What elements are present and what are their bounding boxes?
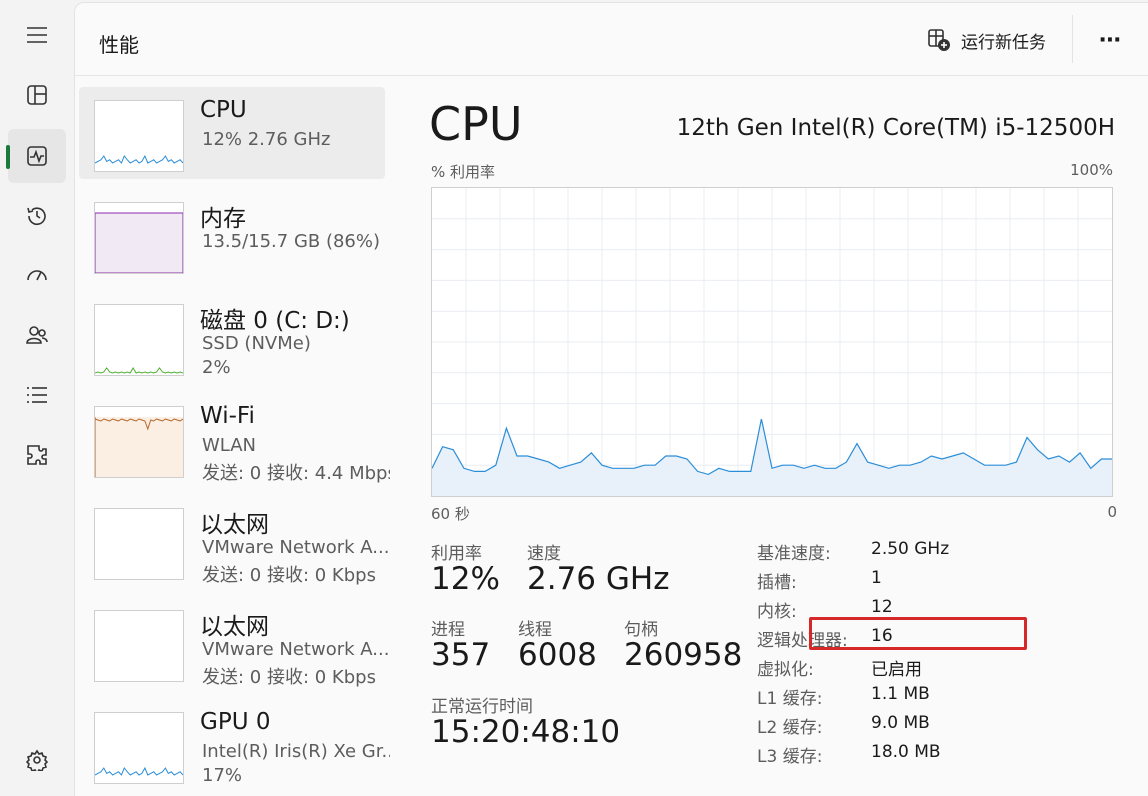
resource-name: 内存: [200, 206, 246, 232]
handles-value: 260958: [624, 637, 743, 673]
resource-thumbnail: [94, 508, 184, 580]
active-nav-indicator: [6, 145, 10, 169]
resource-cpu[interactable]: CPU 12% 2.76 GHz: [79, 87, 385, 179]
resource-detail-line-2: 发送: 0 接收: 0 Kbps: [202, 667, 376, 688]
thumbnail-graph: [95, 367, 183, 374]
spec-value: 12: [871, 597, 893, 617]
nav-processes[interactable]: [8, 68, 66, 122]
spec-value: 2.50 GHz: [871, 539, 950, 559]
resource-detail-line-1: 13.5/15.7 GB (86%): [202, 231, 381, 252]
nav-settings[interactable]: [8, 733, 66, 787]
users-icon: [26, 326, 48, 344]
navigation-rail: [0, 0, 74, 795]
spec-value: 1.1 MB: [871, 684, 930, 704]
resource-detail-line-2: 17%: [202, 765, 243, 786]
thumbnail-graph: [95, 154, 183, 164]
run-task-icon: [928, 29, 950, 51]
thumbnail-graph: [95, 766, 183, 776]
resource-detail-line-1: WLAN: [202, 435, 257, 456]
x-axis-left-label: 60 秒: [431, 505, 470, 523]
threads-value: 6008: [518, 637, 597, 673]
resource-name: CPU: [200, 97, 247, 123]
nav-app-history[interactable]: [8, 189, 66, 243]
x-axis-right-label: 0: [1107, 503, 1117, 521]
resource-ethernet-2[interactable]: 以太网 VMware Network A... 发送: 0 接收: 0 Kbps: [79, 597, 389, 689]
resource-memory[interactable]: 内存 13.5/15.7 GB (86%): [79, 189, 385, 281]
services-icon: [27, 445, 47, 465]
resource-detail-line-1: Intel(R) Iris(R) Xe Gr...: [202, 741, 390, 762]
main-panel: 性能 运行新任务 ⋯ CPU 12% 2.76 GHz 内存 13.5/15.7 GB…: [74, 2, 1148, 796]
resource-thumbnail: [94, 100, 184, 172]
y-axis-label: % 利用率: [431, 163, 496, 181]
nav-performance[interactable]: [8, 129, 66, 183]
more-options-button[interactable]: ⋯: [1091, 27, 1131, 53]
resource-thumbnail: [94, 304, 184, 376]
speed-value: 2.76 GHz: [527, 561, 670, 597]
spec-value: 已启用: [871, 660, 922, 680]
spec-key: L1 缓存:: [757, 689, 823, 709]
nav-details[interactable]: [8, 368, 66, 422]
spec-key: 内核:: [757, 602, 797, 622]
settings-icon: [26, 749, 48, 771]
spec-value: 18.0 MB: [871, 742, 941, 762]
nav-users[interactable]: [8, 308, 66, 362]
resource-detail-line-2: 发送: 0 接收: 0 Kbps: [202, 565, 376, 586]
spec-key: 虚拟化:: [757, 660, 814, 680]
thumbnail-graph: [95, 212, 183, 273]
uptime-value: 15:20:48:10: [431, 714, 621, 750]
title-bar: 性能 运行新任务 ⋯: [75, 3, 1148, 76]
resource-gpu[interactable]: GPU 0 Intel(R) Iris(R) Xe Gr... 17%: [79, 699, 390, 791]
resource-detail-line-1: 12% 2.76 GHz: [202, 129, 331, 150]
nav-services[interactable]: [8, 428, 66, 482]
spec-key: L3 缓存:: [757, 747, 823, 767]
thumbnail-graph: [95, 417, 183, 477]
resource-detail-line-2: 2%: [202, 357, 231, 378]
resource-name: 磁盘 0 (C: D:): [200, 308, 350, 334]
cpu-detail-pane: CPU 12th Gen Intel(R) Core(TM) i5-12500H…: [405, 87, 1145, 787]
logical-processors-highlight: [809, 617, 1027, 650]
resource-list: CPU 12% 2.76 GHz 内存 13.5/15.7 GB (86%) 磁盘 0 …: [79, 87, 390, 796]
resource-wifi[interactable]: Wi-Fi WLAN 发送: 0 接收: 4.4 Mbps: [79, 393, 390, 485]
resource-thumbnail: [94, 202, 184, 274]
processes-value: 357: [431, 637, 491, 673]
resource-ethernet-1[interactable]: 以太网 VMware Network A... 发送: 0 接收: 0 Kbps: [79, 495, 389, 587]
details-icon: [27, 387, 47, 403]
hamburger-menu-button[interactable]: [8, 8, 66, 62]
performance-icon: [27, 146, 47, 166]
utilization-value: 12%: [431, 561, 500, 597]
resource-thumbnail: [94, 610, 184, 682]
run-new-task-button[interactable]: 运行新任务: [921, 23, 1052, 57]
processes-icon: [27, 85, 47, 105]
spec-value: 9.0 MB: [871, 713, 930, 733]
page-title: 性能: [99, 33, 139, 57]
resource-thumbnail: [94, 712, 184, 784]
header-divider: [1072, 15, 1073, 63]
spec-key: L2 缓存:: [757, 718, 823, 738]
detail-title: CPU: [429, 97, 523, 151]
resource-detail-line-1: VMware Network A...: [202, 639, 390, 660]
startup-apps-icon: [27, 270, 47, 281]
thumbnail-graph: [95, 611, 183, 681]
thumbnail-graph: [95, 509, 183, 579]
app-history-icon: [27, 207, 46, 226]
y-axis-max-label: 100%: [1070, 161, 1113, 179]
cpu-utilization-chart: [431, 188, 1112, 496]
resource-name: 以太网: [200, 512, 269, 538]
resource-thumbnail: [94, 406, 184, 478]
spec-key: 基准速度:: [757, 544, 831, 564]
nav-startup-apps[interactable]: [8, 248, 66, 302]
resource-name: GPU 0: [200, 709, 271, 735]
spec-key: 插槽:: [757, 573, 797, 593]
resource-detail-line-1: VMware Network A...: [202, 537, 390, 558]
run-new-task-label: 运行新任务: [961, 32, 1046, 53]
hamburger-icon: [27, 27, 47, 43]
cpu-model: 12th Gen Intel(R) Core(TM) i5-12500H: [676, 115, 1115, 141]
resource-detail-line-1: SSD (NVMe): [202, 333, 311, 354]
resource-detail-line-2: 发送: 0 接收: 4.4 Mbps: [202, 463, 390, 484]
cpu-utilization-graph: [431, 187, 1113, 497]
resource-name: 以太网: [200, 614, 269, 640]
spec-value: 1: [871, 568, 882, 588]
resource-name: Wi-Fi: [200, 403, 255, 429]
resource-disk[interactable]: 磁盘 0 (C: D:) SSD (NVMe) 2%: [79, 291, 385, 383]
